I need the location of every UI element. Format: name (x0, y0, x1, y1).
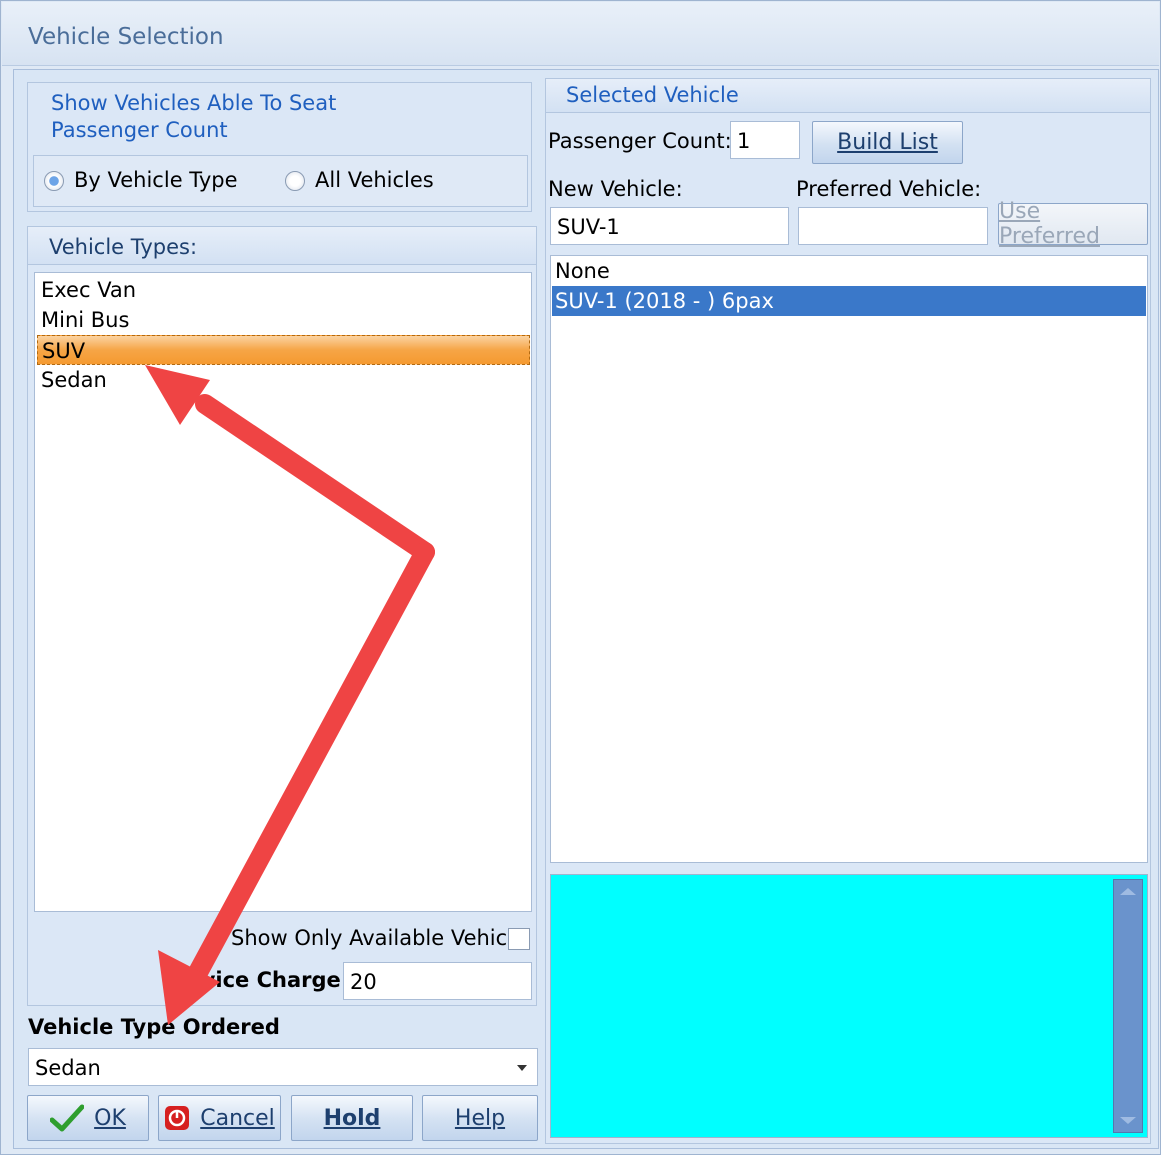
annotation-arrows (145, 365, 435, 1025)
